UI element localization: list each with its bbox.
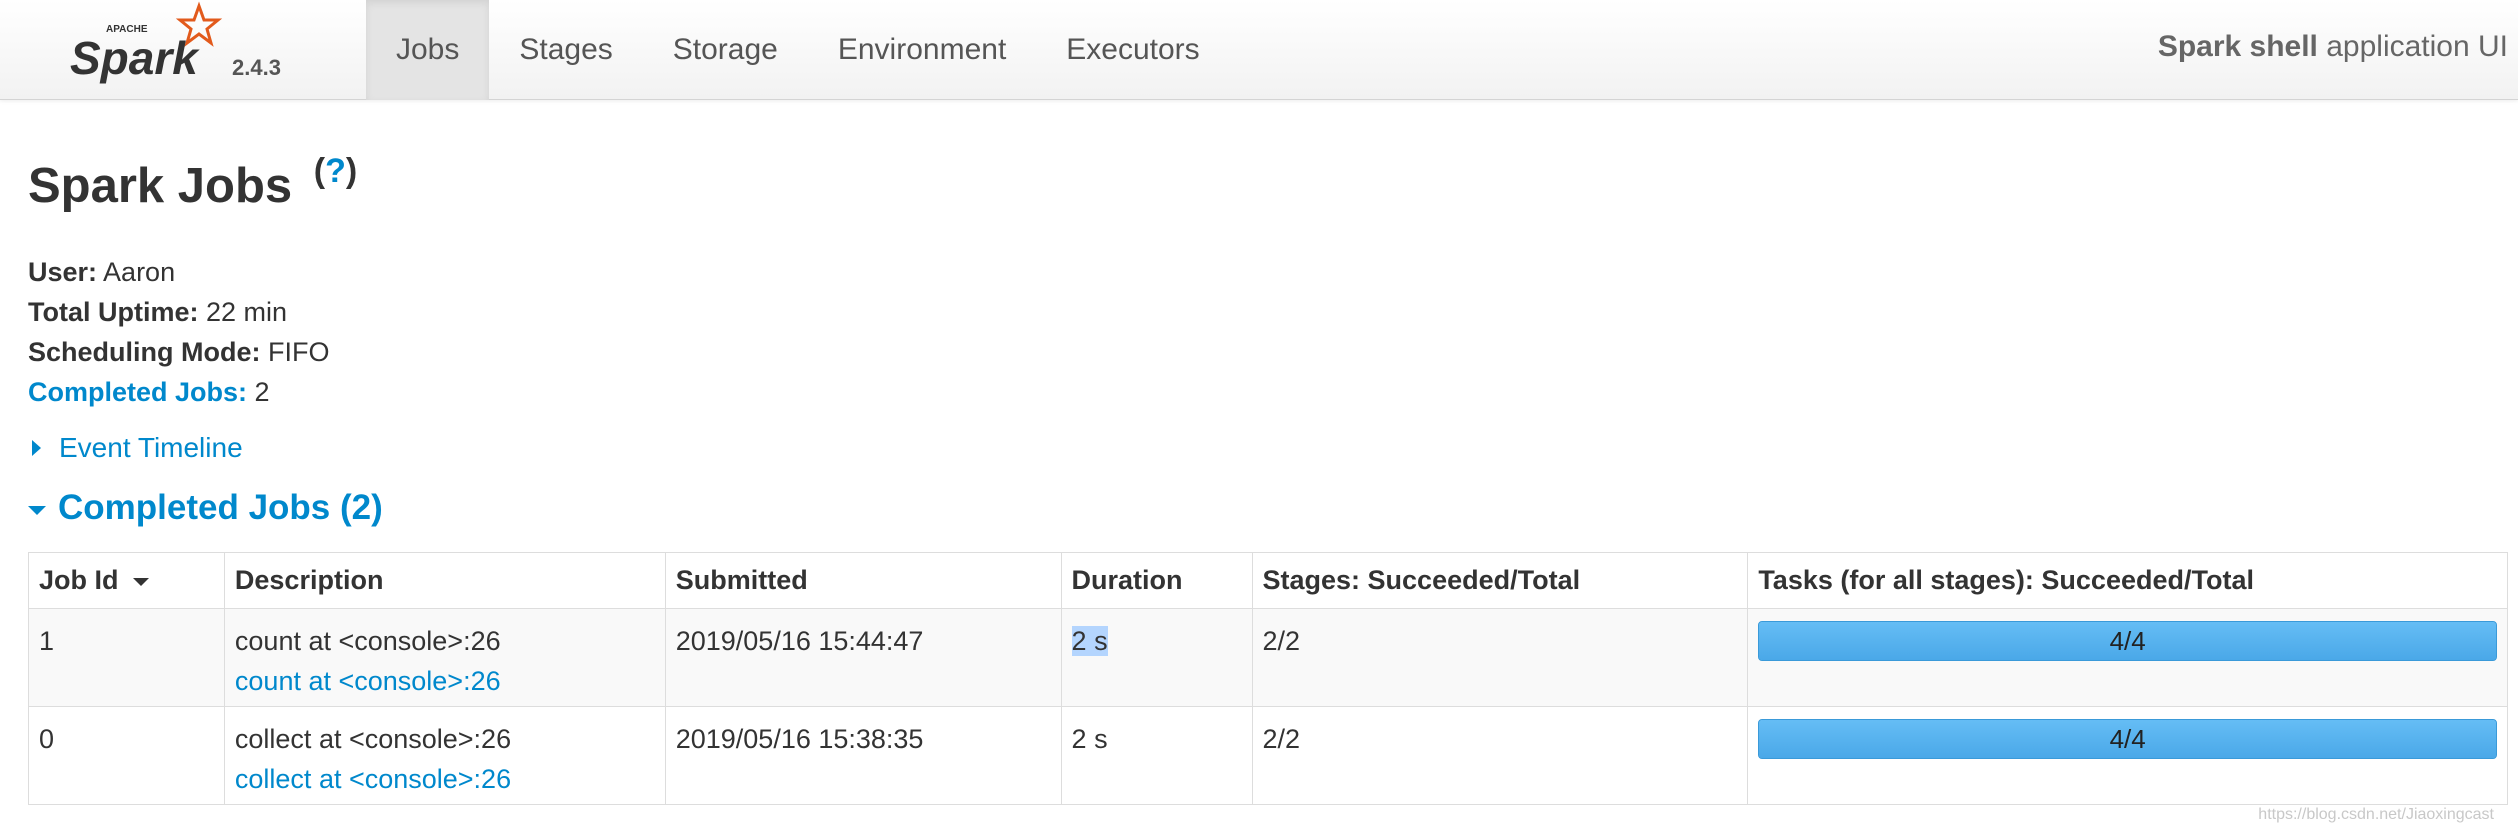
- help-open-paren: (: [313, 152, 326, 190]
- event-timeline-toggle[interactable]: Event Timeline: [28, 432, 243, 464]
- completed-jobs-toggle[interactable]: Completed Jobs (2): [28, 488, 383, 528]
- summary-uptime: Total Uptime: 22 min: [28, 292, 330, 332]
- duration-selected-text: 2 s: [1071, 626, 1108, 656]
- tasks-header-label: Tasks (for all stages): Succeeded/Total: [1758, 565, 2254, 595]
- tab-environment[interactable]: Environment: [808, 0, 1036, 100]
- tab-environment-label: Environment: [837, 33, 1007, 66]
- completed-jobs-table: Job Id Description Submitted Duration St…: [28, 552, 2508, 805]
- job-id-header-label: Job Id: [39, 565, 119, 595]
- tab-executors[interactable]: Executors: [1036, 0, 1229, 100]
- tab-jobs-label: Jobs: [396, 33, 460, 66]
- tasks-cell: 4/4: [1747, 608, 2508, 707]
- page-title: Spark Jobs (?): [28, 152, 357, 214]
- event-timeline-label: Event Timeline: [59, 432, 243, 463]
- scheduling-label: Scheduling Mode:: [28, 337, 261, 367]
- table-row: 0 collect at <console>:26 collect at <co…: [28, 706, 2508, 805]
- stages-header-label: Stages: Succeeded/Total: [1262, 565, 1581, 595]
- tab-stages[interactable]: Stages: [489, 0, 642, 100]
- spark-wordmark: Spark: [70, 32, 200, 84]
- application-title: Spark shell application UI: [2158, 30, 2508, 64]
- tab-storage[interactable]: Storage: [643, 0, 808, 100]
- spark-version: 2.4.3: [232, 55, 281, 80]
- triangle-down-icon: [28, 505, 46, 515]
- application-suffix: application UI: [2317, 30, 2508, 63]
- job-id-cell: 0: [28, 706, 225, 805]
- summary-scheduling-mode: Scheduling Mode: FIFO: [28, 332, 330, 372]
- tasks-progress-label: 4/4: [2109, 724, 2146, 754]
- submitted-cell: 2019/05/16 15:38:35: [664, 706, 1062, 805]
- column-header-tasks[interactable]: Tasks (for all stages): Succeeded/Total: [1747, 552, 2508, 609]
- job-detail-link[interactable]: count at <console>:26: [235, 661, 655, 701]
- job-detail-link[interactable]: collect at <console>:26: [235, 759, 655, 799]
- watermark-text: https://blog.csdn.net/Jiaoxingcast: [2258, 806, 2494, 823]
- sort-desc-caret-icon: [132, 577, 149, 586]
- submitted-cell: 2019/05/16 15:44:47: [664, 608, 1062, 707]
- tasks-cell: 4/4: [1747, 706, 2508, 805]
- tab-jobs[interactable]: Jobs: [366, 0, 490, 100]
- nav-tabs: Jobs Stages Storage Environment Executor…: [366, 0, 1230, 100]
- duration-header-label: Duration: [1071, 565, 1183, 595]
- page-title-text: Spark Jobs: [28, 159, 293, 213]
- job-id-cell: 1: [28, 608, 225, 707]
- table-header-row: Job Id Description Submitted Duration St…: [28, 552, 2508, 609]
- tasks-progress-bar: 4/4: [1758, 621, 2497, 661]
- completed-jobs-value: 2: [247, 377, 270, 407]
- stages-cell: 2/2: [1251, 706, 1749, 805]
- triangle-right-icon: [32, 440, 41, 456]
- tasks-progress-label: 4/4: [2109, 626, 2146, 656]
- description-cell: collect at <console>:26 collect at <cons…: [223, 706, 666, 805]
- description-text: count at <console>:26: [234, 626, 501, 656]
- description-text: collect at <console>:26: [234, 724, 512, 754]
- application-name: Spark shell: [2157, 30, 2318, 63]
- column-header-description[interactable]: Description: [223, 552, 666, 609]
- tab-executors-label: Executors: [1066, 33, 1200, 66]
- tab-stages-label: Stages: [519, 33, 613, 66]
- column-header-duration[interactable]: Duration: [1060, 552, 1253, 609]
- help-link[interactable]: (?): [314, 152, 357, 190]
- top-navbar: APACHE Spark 2.4.3 Jobs Stages Storage E…: [0, 0, 2518, 100]
- column-header-submitted[interactable]: Submitted: [664, 552, 1062, 609]
- tab-storage-label: Storage: [672, 33, 778, 66]
- help-question-icon[interactable]: ?: [325, 152, 346, 190]
- summary-user: User: Aaron: [28, 252, 330, 292]
- spark-logo-icon: APACHE Spark: [70, 1, 223, 84]
- completed-jobs-link[interactable]: Completed Jobs:: [28, 377, 247, 407]
- column-header-stages[interactable]: Stages: Succeeded/Total: [1251, 552, 1749, 609]
- help-close-paren: ): [345, 152, 358, 190]
- summary-completed-jobs: Completed Jobs: 2: [28, 372, 330, 412]
- uptime-value: 22 min: [198, 297, 288, 327]
- duration-cell: 2 s: [1060, 706, 1253, 805]
- user-value: Aaron: [97, 257, 176, 287]
- submitted-header-label: Submitted: [675, 565, 808, 595]
- description-cell: count at <console>:26 count at <console>…: [223, 608, 666, 707]
- tasks-progress-bar: 4/4: [1758, 719, 2497, 759]
- stages-cell: 2/2: [1251, 608, 1749, 707]
- table-row: 1 count at <console>:26 count at <consol…: [28, 608, 2508, 707]
- job-summary: User: Aaron Total Uptime: 22 min Schedul…: [28, 252, 330, 412]
- scheduling-value: FIFO: [260, 337, 330, 367]
- description-header-label: Description: [234, 565, 384, 595]
- duration-cell: 2 s: [1060, 608, 1253, 707]
- column-header-job-id[interactable]: Job Id: [28, 552, 225, 609]
- completed-jobs-heading: Completed Jobs (2): [58, 488, 383, 527]
- uptime-label: Total Uptime:: [28, 297, 199, 327]
- spark-logo-link[interactable]: APACHE Spark 2.4.3: [64, 0, 304, 100]
- user-label: User:: [28, 257, 98, 287]
